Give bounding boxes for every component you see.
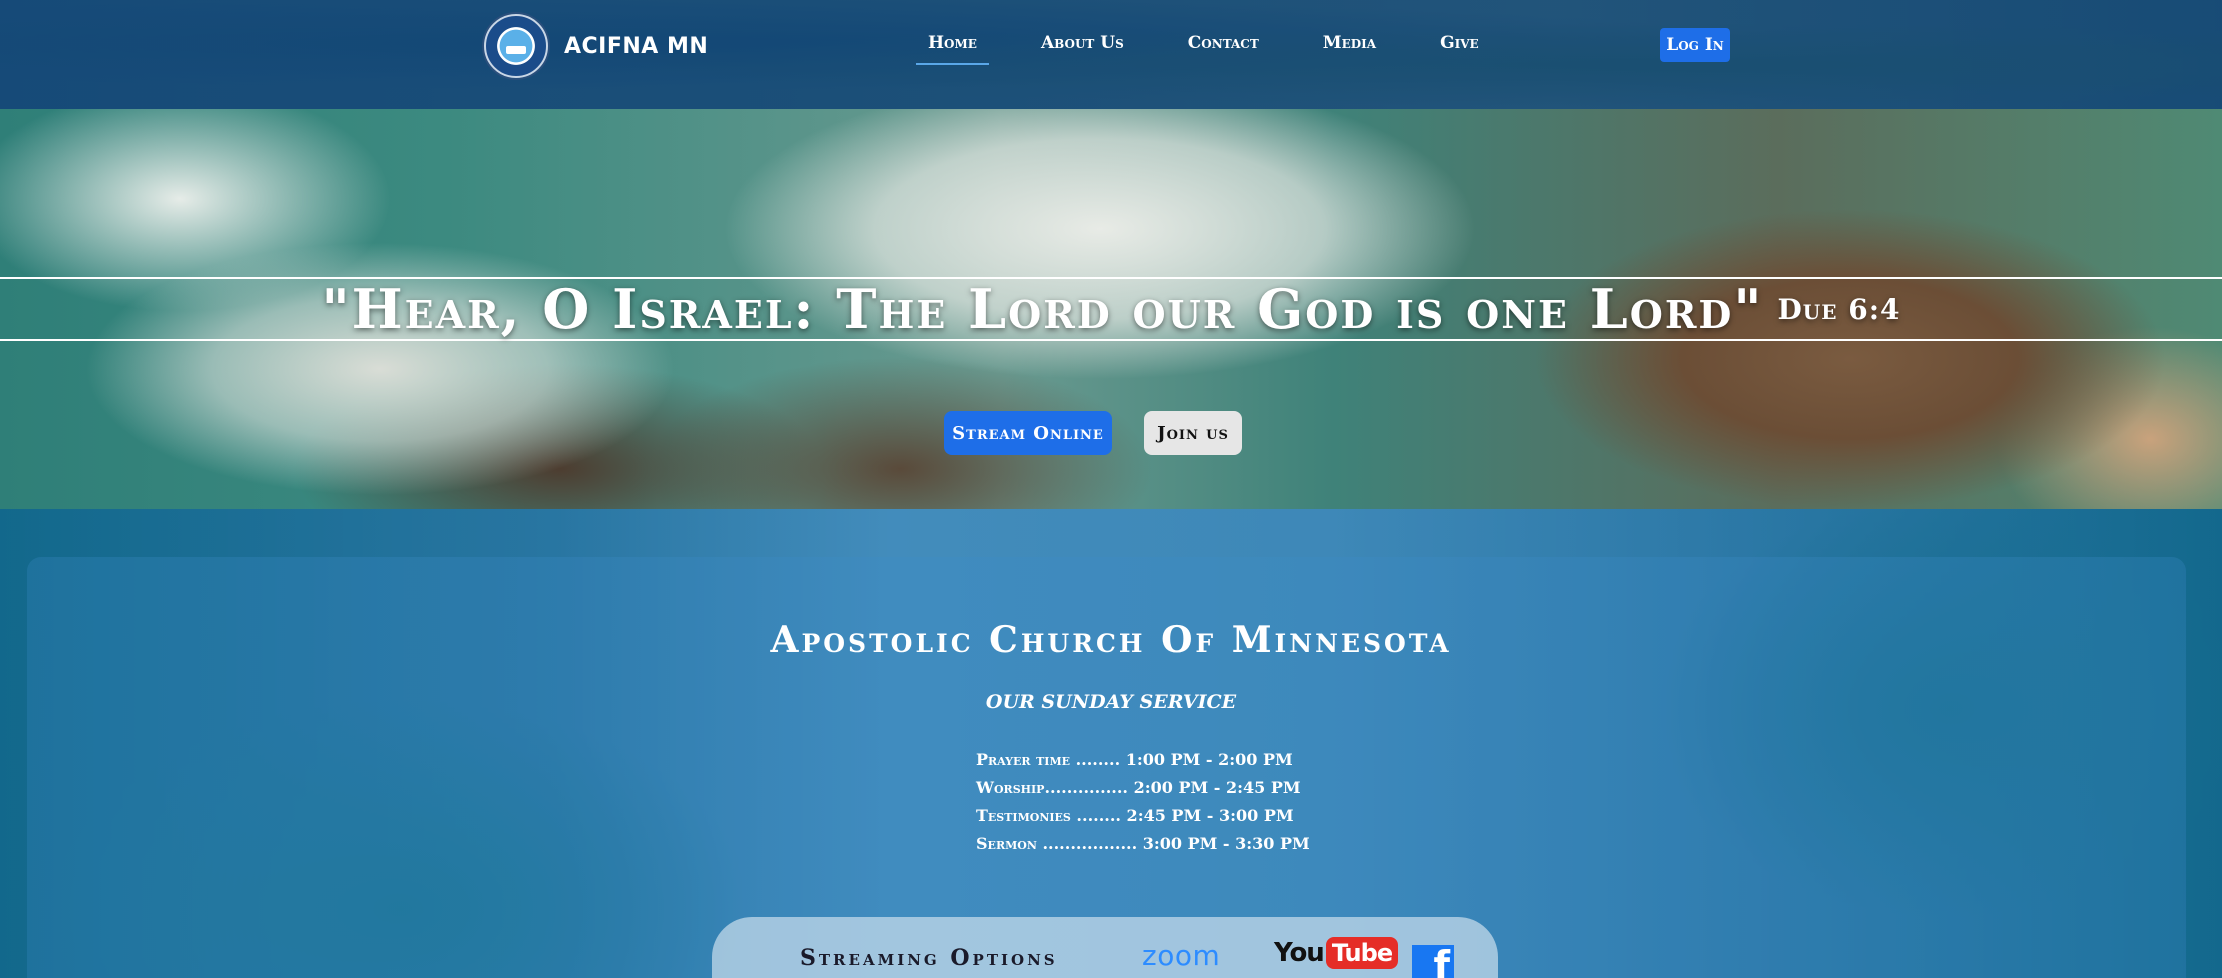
streaming-options-label: Streaming Options [800, 945, 1058, 971]
facebook-icon[interactable]: f [1412, 945, 1454, 978]
service-title: OUR SUNDAY SERVICE [985, 691, 1237, 713]
service-schedule: Prayer time ........ 1:00 PM - 2:00 PM W… [976, 746, 1310, 858]
service-info-section: Apostolic Church Of Minnesota OUR SUNDAY… [0, 509, 2222, 978]
streaming-options-panel: Streaming Options zoom You Tube f [712, 917, 1498, 978]
church-logo-icon [484, 14, 548, 78]
church-title: Apostolic Church Of Minnesota [770, 619, 1452, 661]
nav-links: Home About Us Contact Media Give [916, 30, 1531, 65]
brand-name: ACIFNA MN [564, 33, 709, 59]
schedule-row-prayer: Prayer time ........ 1:00 PM - 2:00 PM [976, 750, 1293, 769]
scripture-reference: Due 6:4 [1777, 292, 1901, 326]
nav-link-give[interactable]: Give [1428, 30, 1491, 65]
nav-link-home[interactable]: Home [916, 30, 989, 65]
stream-online-button[interactable]: Stream Online [944, 411, 1112, 455]
navbar: ACIFNA MN Home About Us Contact Media Gi… [0, 0, 2222, 109]
youtube-icon[interactable]: You Tube [1274, 937, 1399, 969]
schedule-row-sermon: Sermon ................. 3:00 PM - 3:30 … [976, 834, 1310, 853]
zoom-icon[interactable]: zoom [1142, 939, 1220, 972]
brand[interactable]: ACIFNA MN [484, 14, 708, 78]
youtube-tube-text: Tube [1325, 937, 1399, 969]
hero-banner: "Hear, O Israel: The Lord our God is one… [0, 109, 2222, 509]
scripture-quote: "Hear, O Israel: The Lord our God is one… [321, 277, 1764, 341]
schedule-row-worship: Worship............... 2:00 PM - 2:45 PM [976, 778, 1301, 797]
nav-link-about-us[interactable]: About Us [1029, 30, 1136, 65]
nav-link-media[interactable]: Media [1311, 30, 1388, 65]
hero-buttons: Stream Online Join us [0, 411, 2222, 455]
nav-link-contact[interactable]: Contact [1176, 30, 1271, 65]
join-us-button[interactable]: Join us [1144, 411, 1242, 455]
scripture-banner: "Hear, O Israel: The Lord our God is one… [0, 277, 2222, 341]
login-button[interactable]: Log In [1660, 28, 1730, 62]
youtube-you-text: You [1274, 938, 1325, 968]
schedule-row-testimonies: Testimonies ........ 2:45 PM - 3:00 PM [976, 806, 1294, 825]
